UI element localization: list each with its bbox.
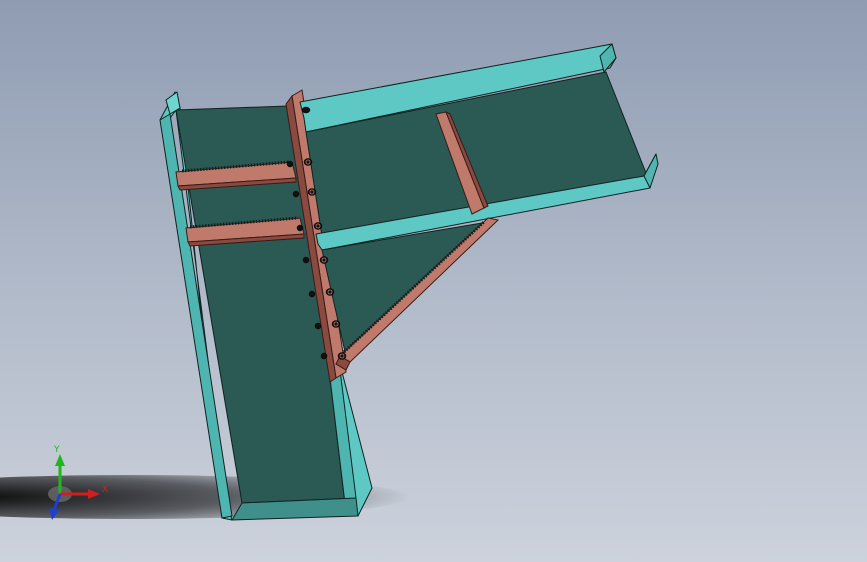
triad-z-arrowhead xyxy=(49,508,59,520)
bolt[interactable] xyxy=(313,222,323,230)
triad-x-arrowhead xyxy=(88,489,100,499)
bolt[interactable] xyxy=(320,352,328,360)
bolt[interactable] xyxy=(292,190,300,198)
bolt[interactable] xyxy=(308,290,316,298)
triad-y-arrowhead xyxy=(55,454,65,466)
bolt[interactable] xyxy=(296,224,304,232)
3d-viewport[interactable]: Y X xyxy=(0,0,867,562)
bolt[interactable] xyxy=(286,160,294,168)
bolt[interactable] xyxy=(325,288,335,296)
bolt[interactable] xyxy=(301,106,311,114)
triad-y-label: Y xyxy=(54,445,60,455)
bolt[interactable] xyxy=(307,188,317,196)
model-canvas[interactable] xyxy=(0,0,867,562)
triad-x-label: X xyxy=(102,485,109,495)
bolt[interactable] xyxy=(302,256,310,264)
bolt[interactable] xyxy=(303,158,313,166)
bolt[interactable] xyxy=(331,320,341,328)
bolt[interactable] xyxy=(337,352,347,360)
bolt[interactable] xyxy=(314,322,322,330)
bolt[interactable] xyxy=(319,256,329,264)
view-orientation-triad[interactable]: Y X xyxy=(40,446,120,526)
